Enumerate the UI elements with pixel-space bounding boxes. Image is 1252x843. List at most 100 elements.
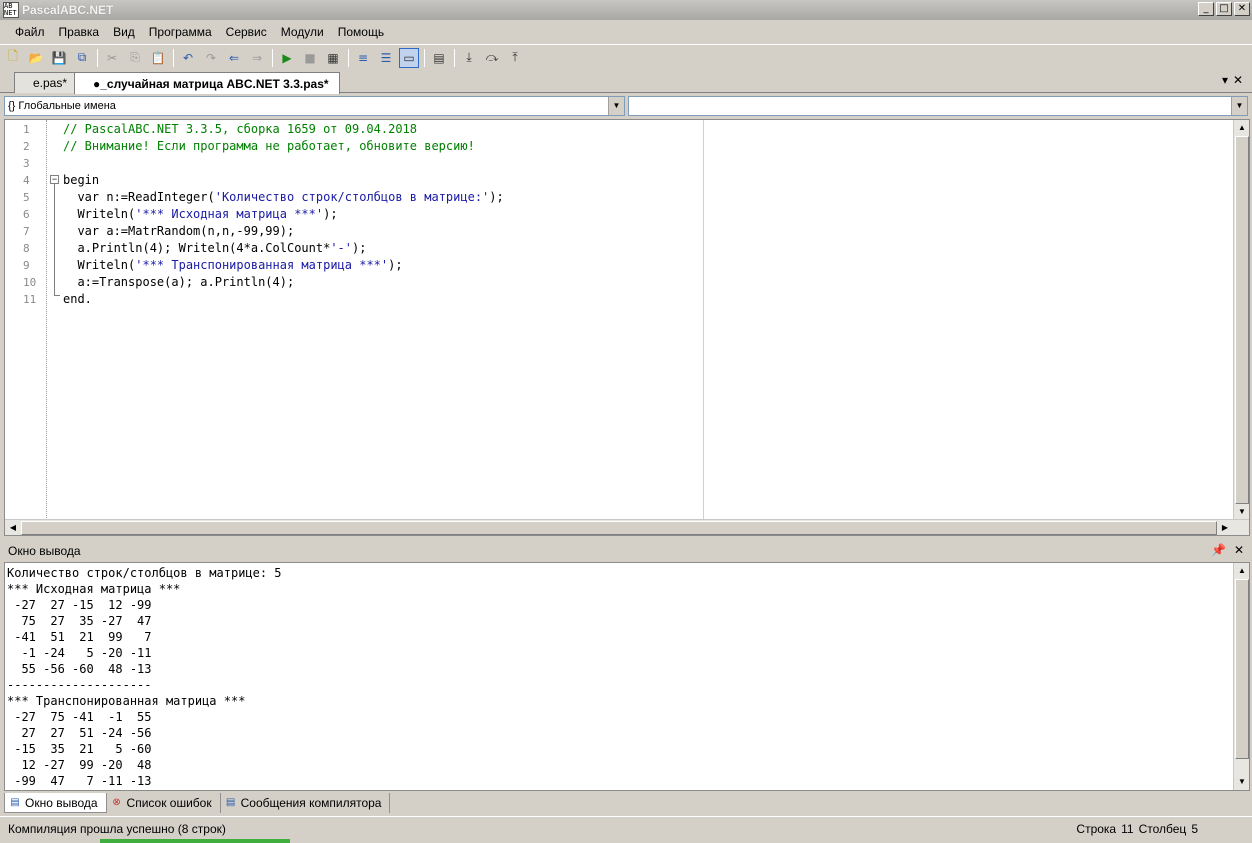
tab-error-list[interactable]: ⊗ Список ошибок [107,793,221,813]
redo-icon[interactable]: ↷ [201,48,221,68]
output-panel-header: Окно вывода 📌 ✕ [0,541,1252,561]
menu-view[interactable]: Вид [106,25,142,39]
menu-help[interactable]: Помощь [331,25,391,39]
scroll-down-icon[interactable]: ▼ [1234,774,1249,790]
output-line: 27 27 51 -24 -56 [7,726,152,740]
maximize-button[interactable]: □ [1216,2,1232,16]
chevron-down-icon[interactable]: ▼ [608,97,624,115]
pin-icon[interactable]: 📌 [1211,543,1226,557]
row-value: 11 [1121,821,1134,836]
paste-icon[interactable]: 📋 [148,48,168,68]
toolbar-separator [348,48,349,67]
window-title: PascalABC.NET [22,3,114,17]
menu-program[interactable]: Программа [142,25,219,39]
line-number-gutter: 1 2 3 4 5 6 7 8 9 10 11 [5,120,47,520]
line-number: 9 [23,259,30,272]
run-icon[interactable]: ▶ [277,48,297,68]
compile-progress-bar [100,839,290,843]
line-number: 11 [23,293,37,306]
tab-e-pas[interactable]: e.pas* [14,72,79,93]
step-out-icon[interactable]: ⤒ [505,48,525,68]
line-number: 4 [23,174,30,187]
cut-icon[interactable]: ✂ [102,48,122,68]
fold-toggle-icon[interactable]: − [50,175,59,184]
scroll-down-icon[interactable]: ▼ [1234,504,1249,520]
uncomment-icon[interactable]: ☰ [376,48,396,68]
output-window-icon[interactable]: ▭ [399,47,419,68]
member-combo[interactable]: ▼ [628,96,1248,116]
menu-file[interactable]: Файл [8,25,52,39]
close-panel-icon[interactable]: ✕ [1234,543,1244,557]
code-line: Writeln('*** Исходная матрица ***'); [63,206,338,223]
code-token: begin [63,173,100,187]
code-token: 'Количество строк/столбцов в матрице:' [214,190,490,204]
editor-vertical-scrollbar[interactable]: ▲ ▼ [1233,120,1249,520]
menu-modules[interactable]: Модули [274,25,331,39]
code-line: var a:=MatrRandom(n,n,-99,99); [63,223,294,240]
scroll-up-icon[interactable]: ▲ [1234,120,1249,136]
output-window[interactable]: Количество строк/столбцов в матрице: 5 **… [4,562,1250,791]
output-line: 55 -56 -60 48 -13 [7,662,152,676]
col-label: Столбец [1138,821,1187,836]
code-line: Writeln('*** Транспонированная матрица *… [63,257,403,274]
copy-icon[interactable]: ⎘ [125,48,145,68]
form-icon[interactable]: ▤ [429,48,449,68]
scroll-left-icon[interactable]: ◀ [5,520,21,535]
scroll-thumb[interactable] [1235,136,1249,504]
code-token: a:=Transpose(a); a.Println(4); [77,275,295,289]
minimize-button[interactable]: _ [1198,2,1214,16]
document-tabs: e.pas* ●_случайная матрица ABC.NET 3.3.p… [0,71,1252,94]
scope-combo[interactable]: {} Глобальные имена ▼ [4,96,625,116]
code-editor[interactable]: 1 2 3 4 5 6 7 8 9 10 11 − // PascalABC.N… [4,119,1250,536]
new-file-icon[interactable]: 🗋 [3,48,23,68]
step-over-icon[interactable]: ⤼ [482,48,502,68]
code-token: '*** Исходная матрица ***' [135,207,324,221]
scroll-right-icon[interactable]: ▶ [1217,520,1233,535]
undo-icon[interactable]: ↶ [178,48,198,68]
code-line: a.Println(4); Writeln(4*a.ColCount*'-'); [63,240,366,257]
tab-output-window[interactable]: ▤ Окно вывода [4,793,107,813]
output-line: *** Исходная матрица *** [7,582,181,596]
tab-label: Окно вывода [25,795,98,810]
error-list-icon: ⊗ [112,797,121,808]
code-token: ); [489,190,504,204]
code-token: var n:=ReadInteger( [77,190,215,204]
toolbar-separator [97,48,98,67]
scroll-up-icon[interactable]: ▲ [1234,563,1249,579]
tab-compiler-messages[interactable]: ▤ Сообщения компилятора [221,793,391,813]
scroll-thumb[interactable] [21,521,1217,535]
tab-list-dropdown-icon[interactable]: ▾ [1222,73,1228,87]
code-token: end. [63,292,92,306]
output-line: -1 -24 5 -20 -11 [7,646,152,660]
code-token: ); [323,207,338,221]
save-all-icon[interactable]: ⧉ [72,48,92,68]
output-vertical-scrollbar[interactable]: ▲ ▼ [1233,563,1249,790]
window-controls: _ □ ✕ [1198,2,1250,16]
code-line: begin [63,172,99,189]
comment-icon[interactable]: ≡ [353,48,373,68]
navigate-back-icon[interactable]: ⇐ [224,48,244,68]
output-window-icon: ▤ [10,796,20,808]
code-token: ); [388,258,403,272]
open-icon[interactable]: 📂 [26,48,46,68]
chevron-down-icon[interactable]: ▼ [1231,97,1247,115]
scroll-thumb[interactable] [1235,579,1249,759]
close-button[interactable]: ✕ [1234,2,1250,16]
title-bar: AB NET PascalABC.NET _ □ ✕ [0,0,1252,20]
debug-icon[interactable]: ▦ [323,48,343,68]
line-number: 8 [23,242,30,255]
save-icon[interactable]: 💾 [49,48,69,68]
toolbar-separator [173,48,174,67]
menu-edit[interactable]: Правка [52,25,107,39]
menu-service[interactable]: Сервис [219,25,274,39]
status-message: Компиляция прошла успешно (8 строк) [8,821,226,836]
toolbar: 🗋 📂 💾 ⧉ ✂ ⎘ 📋 ↶ ↷ ⇐ ⇒ ▶ ■ ▦ ≡ ☰ ▭ ▤ ⤓ ⤼ … [0,44,1252,70]
close-tab-icon[interactable]: ✕ [1233,73,1243,87]
tab-random-matrix[interactable]: ●_случайная матрица ABC.NET 3.3.pas* [74,72,340,94]
step-into-icon[interactable]: ⤓ [459,48,479,68]
navigate-forward-icon[interactable]: ⇒ [247,48,267,68]
code-line: end. [63,291,92,308]
code-token: ); [352,241,367,255]
stop-icon[interactable]: ■ [300,48,320,68]
editor-horizontal-scrollbar[interactable]: ◀ ▶ [5,519,1249,535]
